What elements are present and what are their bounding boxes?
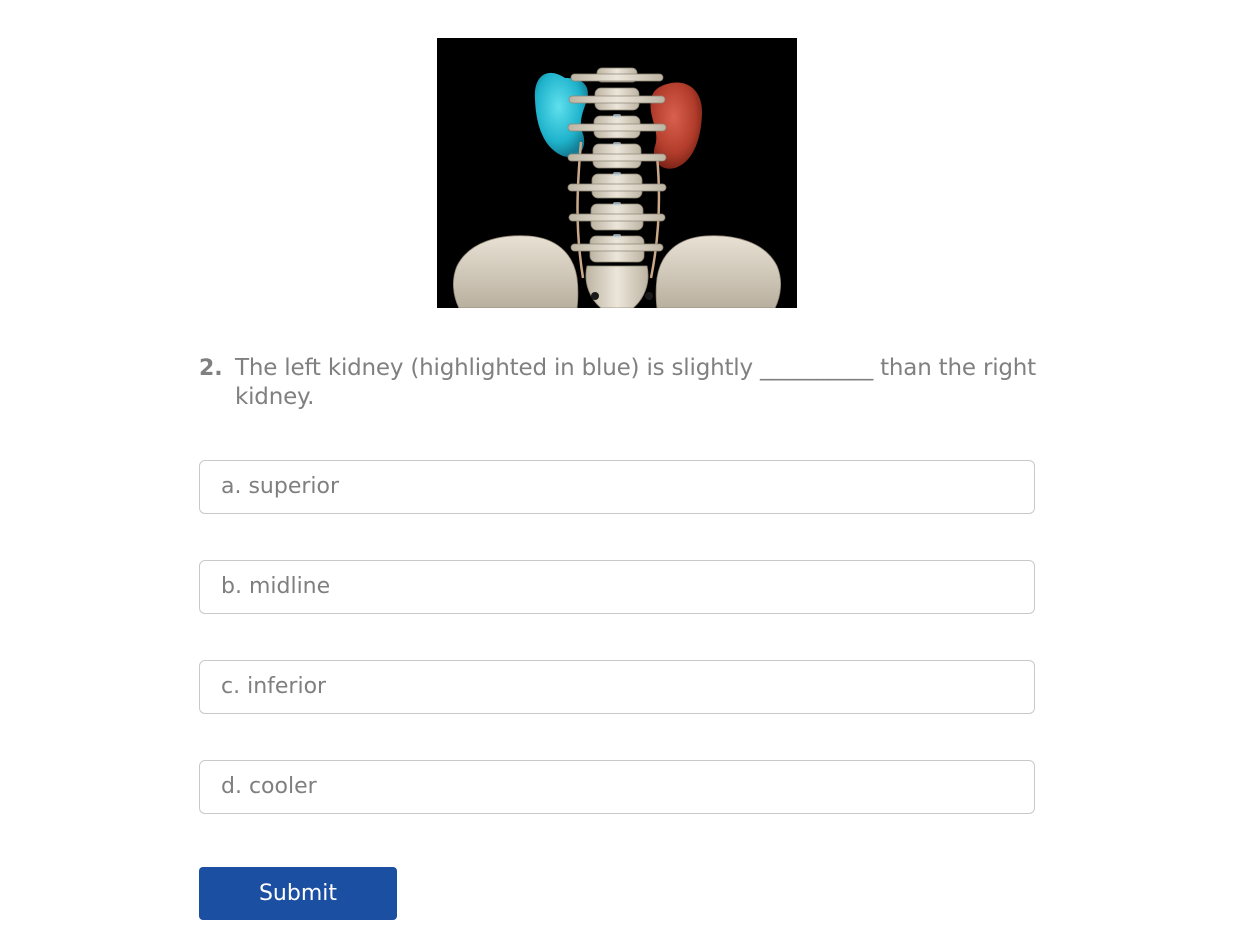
answer-option-label: a. superior [221, 474, 340, 499]
answer-option-label: b. midline [221, 574, 331, 599]
question-text: The left kidney (highlighted in blue) is… [235, 355, 1036, 410]
answer-option-label: c. inferior [221, 674, 327, 699]
question-number: 2. [199, 356, 223, 381]
question: 2. The left kidney (highlighted in blue)… [199, 354, 1039, 412]
answer-option-c[interactable]: c. inferior [199, 660, 1035, 714]
answer-option-label: d. cooler [221, 774, 317, 799]
answer-option-a[interactable]: a. superior [199, 460, 1035, 514]
submit-button[interactable]: Submit [199, 867, 397, 920]
answer-option-b[interactable]: b. midline [199, 560, 1035, 614]
kidney-spine-image [437, 38, 797, 308]
kidney-illustration [437, 38, 797, 308]
answer-option-d[interactable]: d. cooler [199, 760, 1035, 814]
